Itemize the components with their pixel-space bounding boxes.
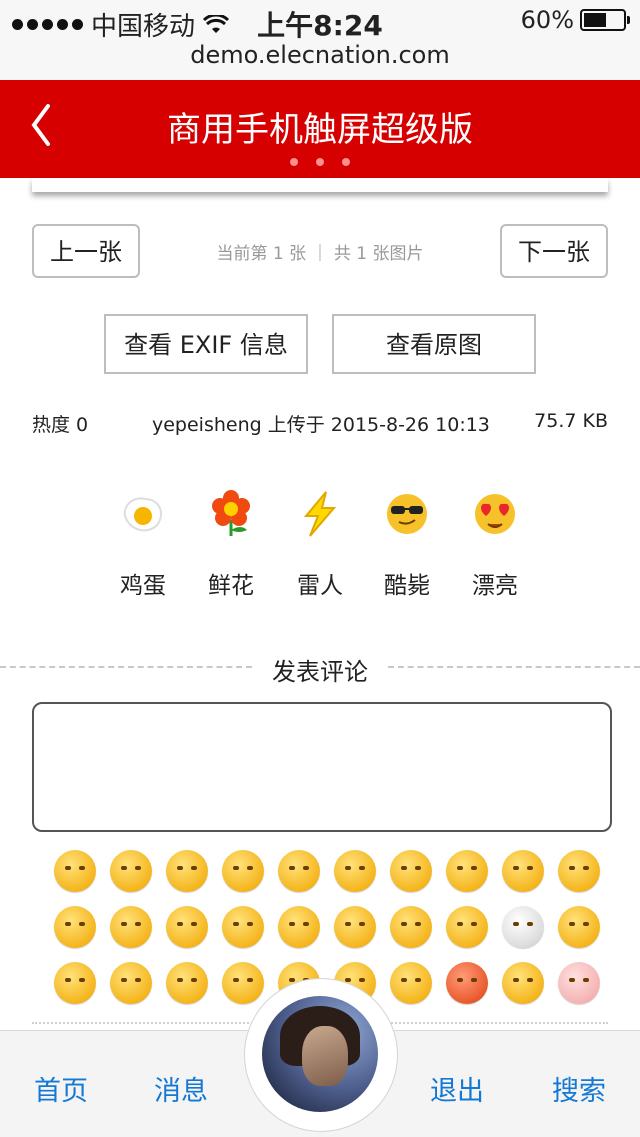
lightning-icon — [303, 491, 337, 537]
tab-home[interactable]: 首页 — [34, 1069, 88, 1108]
next-photo-button[interactable]: 下一张 — [500, 224, 608, 278]
reaction-label: 雷人 — [297, 573, 343, 599]
smiley-annoyed-icon[interactable] — [502, 962, 544, 1004]
smiley-cool-icon[interactable] — [446, 906, 488, 948]
reaction-cool[interactable]: 酷毙 — [372, 490, 442, 600]
tab-messages[interactable]: 消息 — [154, 1069, 208, 1108]
smiley-shy-icon[interactable] — [390, 850, 432, 892]
smiley-dizzy-icon[interactable] — [54, 906, 96, 948]
reaction-egg[interactable]: 鸡蛋 — [108, 490, 178, 600]
heart-eyes-icon — [475, 494, 515, 534]
smiley-sleepy-icon[interactable] — [222, 906, 264, 948]
smiley-blank-icon[interactable] — [390, 962, 432, 1004]
photo-frame[interactable] — [32, 178, 608, 192]
smiley-devil-icon[interactable] — [446, 962, 488, 1004]
avatar[interactable] — [262, 996, 378, 1112]
smiley-sleep-icon[interactable] — [54, 962, 96, 1004]
avatar-face — [302, 1026, 348, 1086]
smiley-confused-icon[interactable] — [222, 962, 264, 1004]
smiley-angry-icon[interactable] — [334, 850, 376, 892]
smiley-neutral-icon[interactable] — [54, 850, 96, 892]
smiley-grin-icon[interactable] — [166, 850, 208, 892]
status-bar: 中国移动 上午8:24 60% — [0, 0, 640, 42]
upload-info: yepeisheng 上传于 2015-8-26 10:13 — [152, 414, 490, 436]
reaction-pretty[interactable]: 漂亮 — [460, 490, 530, 600]
comment-input[interactable] — [32, 702, 612, 832]
smiley-sweat-icon[interactable] — [110, 906, 152, 948]
battery-icon — [580, 9, 630, 31]
tab-search[interactable]: 搜索 — [552, 1069, 606, 1108]
comment-section-heading: 发表评论 — [0, 648, 640, 688]
file-size: 75.7 KB — [534, 410, 608, 432]
status-right: 60% — [520, 6, 630, 34]
smiley-cover-mouth-icon[interactable] — [278, 850, 320, 892]
smiley-laugh-icon[interactable] — [222, 850, 264, 892]
tab-logout[interactable]: 退出 — [430, 1069, 484, 1108]
pager-dot[interactable] — [342, 158, 350, 166]
pager-dot[interactable] — [316, 158, 324, 166]
flower-icon — [212, 490, 250, 536]
heat-count: 热度 0 — [32, 414, 89, 436]
view-exif-button[interactable]: 查看 EXIF 信息 — [104, 314, 308, 374]
smiley-smirk-icon[interactable] — [558, 850, 600, 892]
reaction-label: 鲜花 — [208, 573, 254, 599]
smiley-surprised-icon[interactable] — [166, 906, 208, 948]
reaction-label: 酷毙 — [384, 573, 430, 599]
smiley-whistle-icon[interactable] — [166, 962, 208, 1004]
reaction-shock[interactable]: 雷人 — [285, 490, 355, 600]
cool-face-icon — [387, 494, 427, 534]
reaction-label: 漂亮 — [472, 573, 518, 599]
smiley-pig-icon[interactable] — [558, 962, 600, 1004]
url-bar[interactable]: demo.elecnation.com — [0, 40, 640, 80]
comment-heading: 发表评论 — [272, 658, 368, 686]
photo-counter: 当前第 1 张 ｜ 共 1 张图片 — [216, 244, 424, 264]
divider — [388, 666, 640, 668]
page-header: 商用手机触屏超级版 — [0, 80, 640, 178]
smiley-tongue-icon[interactable] — [110, 962, 152, 1004]
prev-photo-button[interactable]: 上一张 — [32, 224, 140, 278]
page-title: 商用手机触屏超级版 — [167, 110, 473, 150]
smiley-sad-icon[interactable] — [558, 906, 600, 948]
smiley-shocked-icon[interactable] — [278, 906, 320, 948]
reaction-flower[interactable]: 鲜花 — [196, 490, 266, 600]
pager-dot[interactable] — [290, 158, 298, 166]
view-original-button[interactable]: 查看原图 — [332, 314, 536, 374]
smiley-love-icon[interactable] — [390, 906, 432, 948]
egg-icon — [123, 497, 163, 532]
smiley-hug-icon[interactable] — [334, 906, 376, 948]
smiley-worried-icon[interactable] — [446, 850, 488, 892]
reaction-label: 鸡蛋 — [120, 573, 166, 599]
smiley-skull-icon[interactable] — [502, 906, 544, 948]
battery-percent: 60% — [520, 6, 574, 34]
smiley-smile-icon[interactable] — [110, 850, 152, 892]
smiley-cry-icon[interactable] — [502, 850, 544, 892]
carousel-pager — [0, 158, 640, 166]
